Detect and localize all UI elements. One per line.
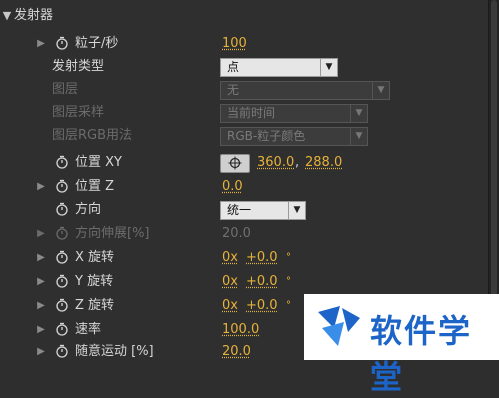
dropdown-value: 统一 [227,203,252,217]
row-position-z: ▶ 位置 Z 0.0 [0,175,489,198]
label: 图层 [52,82,79,97]
expand-triangle-icon[interactable]: ▶ [36,222,46,245]
layer-dropdown[interactable]: 无 ▼ [220,81,390,100]
velocity-value[interactable]: 100.0 [222,318,259,341]
stopwatch-icon[interactable] [55,179,69,193]
degree-symbol: ° [286,276,291,287]
position-x-value[interactable]: 360.0 [257,151,294,174]
dropdown-value: 点 [227,60,240,74]
layer-sampling-dropdown[interactable]: 当前时间 ▼ [220,104,368,123]
chevron-down-icon: ▼ [350,105,367,122]
x-rotation-turns[interactable]: 0x [222,246,238,269]
scrollbar-thumb[interactable] [491,0,497,300]
row-x-rotation: ▶ X 旋转 0x +0.0 ° [0,246,489,269]
label: Z 旋转 [75,298,115,313]
direction-dropdown[interactable]: 统一 ▼ [220,201,306,220]
row-direction: 方向 统一 ▼ [0,198,489,221]
position-z-value[interactable]: 0.0 [222,175,243,198]
label: 速率 [75,322,102,337]
stopwatch-icon[interactable] [55,298,69,312]
direction-spread-value[interactable]: 20.0 [222,222,251,245]
row-position-xy: 位置 XY 360.0 , 288.0 [0,151,489,174]
particles-per-sec-value[interactable]: 100 [222,32,247,55]
expand-triangle-icon[interactable]: ▶ [36,270,46,293]
expand-triangle-icon[interactable]: ▶ [36,318,46,341]
crosshair-icon [228,156,242,170]
expand-triangle-icon[interactable]: ▶ [36,246,46,269]
expand-triangle-icon[interactable]: ▶ [36,32,46,55]
degree-symbol: ° [286,300,291,311]
label: 粒子/秒 [75,36,119,51]
stopwatch-icon[interactable] [55,274,69,288]
y-rotation-turns[interactable]: 0x [222,270,238,293]
x-rotation-degrees[interactable]: +0.0 [246,246,278,269]
label: 发射类型 [52,59,105,74]
layer-rgb-dropdown[interactable]: RGB-粒子颜色 ▼ [220,127,368,146]
row-y-rotation: ▶ Y 旋转 0x +0.0 ° [0,270,489,293]
y-rotation-degrees[interactable]: +0.0 [246,270,278,293]
stopwatch-icon[interactable] [55,322,69,336]
label: 图层RGB用法 [52,128,133,143]
label: 位置 Z [75,179,115,194]
row-particles-per-sec: ▶ 粒子/秒 100 [0,32,489,55]
stopwatch-icon[interactable] [55,344,69,358]
watermark-logo: 软件学堂 [304,294,499,396]
position-y-value[interactable]: 288.0 [305,151,342,174]
section-title: 发射器 [14,8,54,23]
dropdown-value: RGB-粒子颜色 [227,129,306,143]
row-layer: 图层 无 ▼ [0,78,489,101]
dropdown-value: 无 [227,83,240,97]
stopwatch-icon[interactable] [55,226,69,240]
row-emitter-type: 发射类型 点 ▼ [0,55,489,78]
degree-symbol: ° [286,252,291,263]
stopwatch-icon[interactable] [55,36,69,50]
label: 位置 XY [75,155,122,170]
label: Y 旋转 [75,274,114,289]
chevron-down-icon: ▼ [320,59,337,76]
stopwatch-icon[interactable] [55,155,69,169]
stopwatch-icon[interactable] [55,202,69,216]
stopwatch-icon[interactable] [55,250,69,264]
point-control-button[interactable] [220,154,250,173]
separator: , [295,155,300,170]
z-rotation-turns[interactable]: 0x [222,294,238,317]
expand-triangle-icon[interactable]: ▶ [36,175,46,198]
row-layer-sampling: 图层采样 当前时间 ▼ [0,101,489,124]
row-layer-rgb: 图层RGB用法 RGB-粒子颜色 ▼ [0,124,489,147]
logo-mark-icon [318,306,360,346]
chevron-down-icon: ▼ [372,82,389,99]
expand-triangle-icon[interactable]: ▼ [2,4,12,27]
z-rotation-degrees[interactable]: +0.0 [246,294,278,317]
label: 方向伸展[%] [75,226,150,241]
label: X 旋转 [75,250,115,265]
expand-triangle-icon[interactable]: ▶ [36,294,46,317]
emitter-type-dropdown[interactable]: 点 ▼ [220,58,338,77]
section-emitter[interactable]: ▼ 发射器 [0,4,489,27]
row-direction-spread: ▶ 方向伸展[%] 20.0 [0,222,489,245]
chevron-down-icon: ▼ [288,202,305,219]
chevron-down-icon: ▼ [350,128,367,145]
logo-text: 软件学堂 [370,312,473,396]
label: 图层采样 [52,105,105,120]
label: 方向 [75,202,102,217]
dropdown-value: 当前时间 [227,106,276,120]
